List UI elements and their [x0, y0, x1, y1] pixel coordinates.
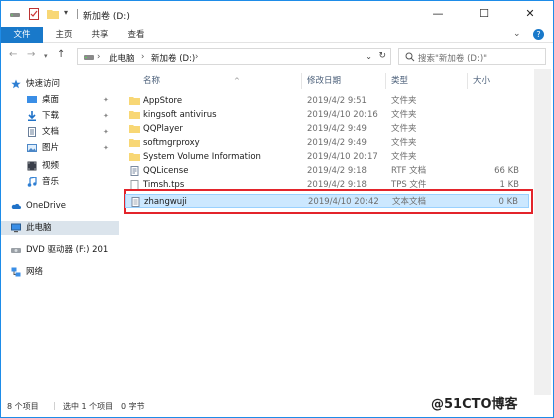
sidebar-item-quick-access[interactable]: 快速访问 — [11, 77, 111, 91]
status-selected-size: 0 字节 — [121, 402, 145, 411]
minimize-button[interactable]: — — [415, 1, 461, 27]
sidebar-item-network[interactable]: 网络 — [11, 265, 111, 279]
sidebar-item-dvd-drive[interactable]: DVD 驱动器 (F:) 201 — [11, 243, 119, 257]
drive-icon[interactable] — [9, 8, 21, 20]
file-row-kingsoft-antivirus[interactable]: kingsoft antivirus 2019/4/10 20:16 文件夹 — [125, 108, 529, 122]
network-icon — [11, 267, 21, 277]
arrow-left-icon: ← — [9, 49, 18, 60]
file-row-qqplayer[interactable]: QQPlayer 2019/4/2 9:49 文件夹 — [125, 122, 529, 136]
desktop-icon — [27, 96, 37, 103]
recent-locations-dropdown[interactable]: ▾ — [44, 52, 48, 60]
picture-icon — [27, 144, 37, 152]
title-bar: ▾ 新加卷 (D:) — ☐ ✕ — [1, 1, 553, 27]
sidebar-item-videos[interactable]: 视频 — [27, 159, 117, 173]
pin-icon: ✦ — [103, 144, 109, 152]
close-button[interactable]: ✕ — [507, 1, 553, 27]
pin-icon: ✦ — [103, 128, 109, 136]
refresh-icon[interactable]: ↻ — [378, 51, 386, 61]
column-divider[interactable] — [467, 73, 468, 89]
rtf-file-icon — [130, 166, 139, 176]
maximize-button[interactable]: ☐ — [461, 1, 507, 27]
column-header-name[interactable]: 名称 ^ — [143, 74, 240, 88]
video-icon — [27, 161, 37, 171]
ribbon-expand-icon[interactable]: ⌄ — [513, 29, 521, 39]
status-separator: | — [53, 401, 56, 410]
breadcrumb-separator-icon[interactable]: › — [97, 52, 100, 62]
vertical-scrollbar[interactable] — [534, 69, 551, 395]
sort-ascending-icon: ^ — [234, 77, 240, 85]
navigation-bar: ← → ▾ ↑ › 此电脑 › 新加卷 (D:) › ⌄ ↻ 搜索"新加卷 (D… — [1, 43, 553, 69]
address-history-icon[interactable]: ⌄ — [365, 52, 372, 61]
tab-home[interactable]: 主页 — [49, 27, 79, 43]
sidebar-item-pictures[interactable]: 图片 ✦ — [27, 141, 117, 155]
column-header-type[interactable]: 类型 — [391, 74, 408, 88]
file-row-softmgrproxy[interactable]: softmgrproxy 2019/4/2 9:49 文件夹 — [125, 136, 529, 150]
navigation-pane: 快速访问 桌面 ✦ 下载 ✦ 文档 ✦ 图片 ✦ 视频 音乐 OneDrive … — [1, 69, 119, 395]
maximize-icon: ☐ — [479, 7, 489, 20]
arrow-right-icon: → — [27, 49, 36, 60]
status-selected-count: 选中 1 个项目 — [63, 402, 114, 411]
folder-icon — [129, 153, 140, 161]
folder-icon — [129, 97, 140, 105]
folder-icon — [129, 125, 140, 133]
text-file-icon — [131, 197, 140, 207]
customize-toolbar-icon[interactable]: ▾ — [64, 8, 72, 20]
window-title: 新加卷 (D:) — [83, 12, 130, 22]
document-icon — [28, 127, 36, 137]
column-divider[interactable] — [301, 73, 302, 89]
chevron-down-icon: ▾ — [44, 52, 48, 60]
pin-icon: ✦ — [103, 112, 109, 120]
file-row-zhangwuji[interactable]: zhangwuji 2019/4/10 20:42 文本文档 0 KB — [125, 194, 529, 208]
sidebar-item-desktop[interactable]: 桌面 ✦ — [27, 93, 117, 107]
close-icon: ✕ — [525, 7, 535, 20]
breadcrumb-drive-d[interactable]: 新加卷 (D:) — [151, 52, 195, 64]
music-icon — [27, 177, 37, 187]
search-icon — [405, 52, 415, 62]
status-item-count: 8 个项目 — [7, 402, 39, 411]
address-bar[interactable]: › 此电脑 › 新加卷 (D:) › ⌄ ↻ — [77, 48, 391, 65]
sidebar-item-this-pc[interactable]: 此电脑 — [1, 221, 119, 235]
search-placeholder: 搜索"新加卷 (D:)" — [418, 54, 488, 64]
forward-button[interactable]: → — [27, 49, 35, 60]
arrow-up-icon: ↑ — [57, 49, 66, 60]
file-row-system-volume-information[interactable]: System Volume Information 2019/4/10 20:1… — [125, 150, 529, 164]
column-header-date[interactable]: 修改日期 — [307, 74, 341, 88]
column-divider[interactable] — [385, 73, 386, 89]
minimize-icon: — — [432, 7, 444, 20]
file-list: 名称 ^ 修改日期 类型 大小 AppStore 2019/4/2 9:51 文… — [119, 69, 534, 395]
breadcrumb-separator-icon[interactable]: › — [141, 52, 144, 62]
back-button[interactable]: ← — [9, 49, 17, 60]
watermark: @51CTO博客 — [431, 397, 518, 412]
star-icon — [11, 79, 21, 89]
sidebar-item-music[interactable]: 音乐 — [27, 175, 117, 189]
ribbon: 文件 主页 共享 查看 ⌄ ? — [1, 27, 553, 43]
dvd-icon — [11, 248, 21, 253]
title-separator — [77, 9, 78, 19]
breadcrumb-this-pc[interactable]: 此电脑 — [109, 52, 135, 64]
folder-icon — [129, 139, 140, 147]
tab-file[interactable]: 文件 — [1, 27, 43, 43]
sidebar-item-downloads[interactable]: 下载 ✦ — [27, 109, 117, 123]
drive-icon — [84, 55, 94, 60]
computer-icon — [11, 223, 21, 233]
breadcrumb-separator-icon[interactable]: › — [195, 52, 198, 62]
download-icon — [28, 111, 36, 121]
up-button[interactable]: ↑ — [57, 49, 65, 60]
search-box[interactable]: 搜索"新加卷 (D:)" — [398, 48, 546, 65]
file-row-appstore[interactable]: AppStore 2019/4/2 9:51 文件夹 — [125, 94, 529, 108]
sidebar-item-documents[interactable]: 文档 ✦ — [27, 125, 117, 139]
cloud-icon — [11, 203, 21, 209]
column-header-size[interactable]: 大小 — [473, 74, 490, 88]
explorer-window: ▾ 新加卷 (D:) — ☐ ✕ 文件 主页 共享 查看 ⌄ ? ← → ▾ ↑… — [0, 0, 554, 418]
folder-icon — [129, 111, 140, 119]
file-row-qqlicense[interactable]: QQLicense 2019/4/2 9:18 RTF 文档 66 KB — [125, 164, 529, 178]
properties-icon[interactable] — [29, 8, 39, 20]
pin-icon: ✦ — [103, 96, 109, 104]
tab-share[interactable]: 共享 — [85, 27, 115, 43]
help-icon[interactable]: ? — [533, 29, 544, 40]
tab-view[interactable]: 查看 — [121, 27, 151, 43]
new-folder-icon[interactable] — [47, 8, 59, 20]
sidebar-item-onedrive[interactable]: OneDrive — [11, 199, 111, 213]
